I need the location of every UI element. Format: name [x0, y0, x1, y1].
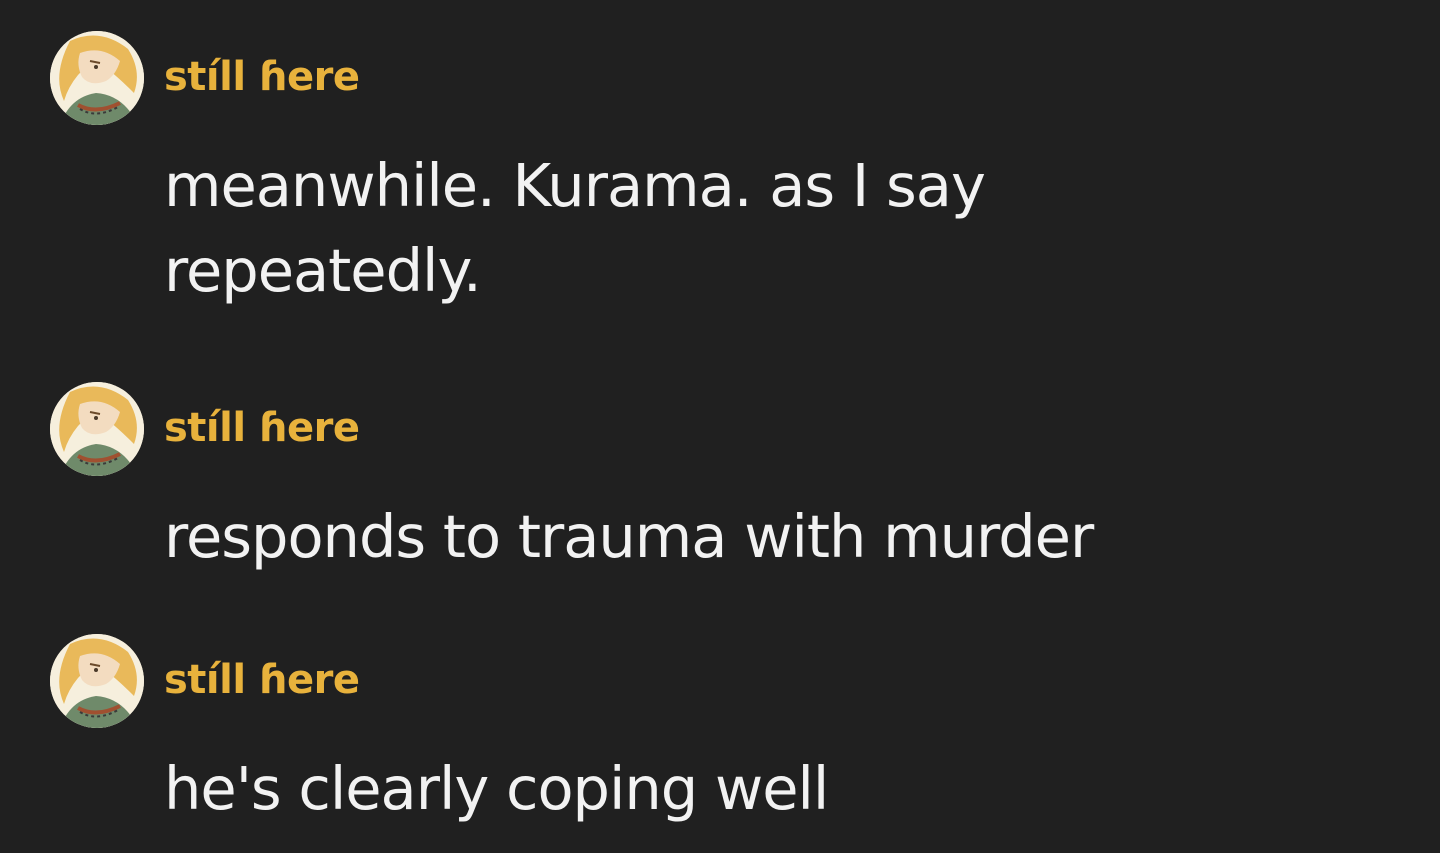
message-text: responds to trauma with murder	[164, 502, 1094, 571]
message-author[interactable]: stíll ɦere	[164, 53, 360, 101]
anime-character-avatar-icon	[50, 382, 144, 476]
avatar[interactable]	[50, 382, 144, 476]
chat-log: stíll ɦere meanwhile. Kurama. as I say r…	[0, 0, 1440, 853]
avatar[interactable]	[50, 634, 144, 728]
message-text: he's clearly coping well	[164, 754, 829, 823]
message-text: meanwhile. Kurama. as I say repeatedly.	[164, 151, 986, 305]
anime-character-avatar-icon	[50, 31, 144, 125]
message-author[interactable]: stíll ɦere	[164, 656, 360, 704]
message-author[interactable]: stíll ɦere	[164, 404, 360, 452]
avatar[interactable]	[50, 31, 144, 125]
anime-character-avatar-icon	[50, 634, 144, 728]
